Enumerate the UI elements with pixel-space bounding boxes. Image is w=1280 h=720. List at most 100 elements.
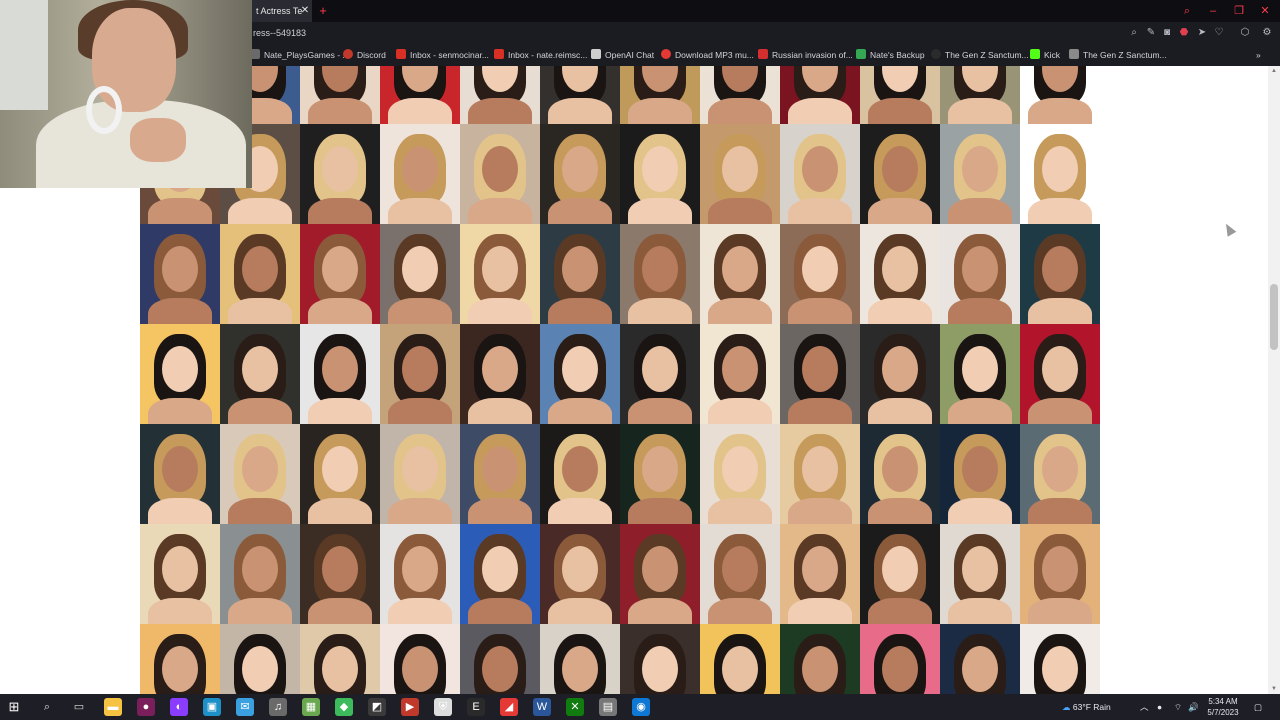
close-window-button[interactable]: ✕ <box>1252 0 1278 22</box>
actress-photo[interactable] <box>620 66 700 124</box>
actress-photo[interactable] <box>460 66 540 124</box>
page-scrollbar[interactable]: ▲ ▼ <box>1268 66 1280 694</box>
edge-icon[interactable]: ◉ <box>632 698 650 716</box>
actress-photo[interactable] <box>300 224 380 324</box>
actress-photo[interactable] <box>860 524 940 624</box>
actress-photo[interactable] <box>620 324 700 424</box>
firefox-icon[interactable]: ◐ <box>170 698 188 716</box>
bookmark-item[interactable]: Kick <box>1030 44 1060 66</box>
actress-photo[interactable] <box>700 124 780 224</box>
actress-photo[interactable] <box>1020 224 1100 324</box>
bookmarks-overflow-icon[interactable]: » <box>1256 44 1261 66</box>
mail-icon[interactable]: ✉ <box>236 698 254 716</box>
bookmark-item[interactable]: OpenAI Chat <box>591 44 654 66</box>
actress-photo[interactable] <box>220 524 300 624</box>
actress-photo[interactable] <box>540 124 620 224</box>
actress-photo[interactable] <box>1020 124 1100 224</box>
settings-icon[interactable]: ⚙ <box>1260 26 1274 40</box>
actress-photo[interactable] <box>540 624 620 694</box>
actress-photo[interactable] <box>940 324 1020 424</box>
headset-icon[interactable]: ♫ <box>269 698 287 716</box>
video-icon[interactable]: ▶ <box>401 698 419 716</box>
actress-photo[interactable] <box>940 124 1020 224</box>
new-tab-button[interactable]: + <box>316 0 330 22</box>
actress-photo[interactable] <box>700 424 780 524</box>
zoom-icon[interactable]: ⌕ <box>1127 26 1141 40</box>
actress-photo[interactable] <box>780 224 860 324</box>
actress-photo[interactable] <box>1020 324 1100 424</box>
android-icon[interactable]: ◢ <box>500 698 518 716</box>
actress-photo[interactable] <box>780 624 860 694</box>
actress-photo[interactable] <box>540 324 620 424</box>
shield-icon[interactable]: ⬣ <box>1177 26 1191 40</box>
heart-icon[interactable]: ♡ <box>1212 26 1226 40</box>
actress-photo[interactable] <box>860 66 940 124</box>
actress-photo[interactable] <box>1020 624 1100 694</box>
store-icon[interactable]: ◩ <box>368 698 386 716</box>
record-icon[interactable]: ● <box>137 698 155 716</box>
bookmark-item[interactable]: Inbox - nate.reimsc... <box>494 44 587 66</box>
actress-photo[interactable] <box>380 224 460 324</box>
actress-photo[interactable] <box>780 66 860 124</box>
actress-photo[interactable] <box>860 324 940 424</box>
actress-photo[interactable] <box>1020 424 1100 524</box>
actress-photo[interactable] <box>780 124 860 224</box>
weather-widget[interactable]: ☁ 63°F Rain <box>1062 694 1111 720</box>
actress-photo[interactable] <box>300 66 380 124</box>
actress-photo[interactable] <box>220 224 300 324</box>
actress-photo[interactable] <box>460 324 540 424</box>
actress-photo[interactable] <box>380 524 460 624</box>
actress-photo[interactable] <box>460 424 540 524</box>
actress-photo[interactable] <box>620 224 700 324</box>
actress-photo[interactable] <box>940 424 1020 524</box>
actress-photo[interactable] <box>700 66 780 124</box>
xbox-icon[interactable]: ✕ <box>566 698 584 716</box>
bookmark-item[interactable]: Nate_PlaysGames - ... <box>250 44 350 66</box>
actress-photo[interactable] <box>140 624 220 694</box>
actress-photo[interactable] <box>940 66 1020 124</box>
actress-photo[interactable] <box>380 424 460 524</box>
actress-photo[interactable] <box>380 324 460 424</box>
actress-photo[interactable] <box>140 524 220 624</box>
microphone-icon[interactable]: ● <box>1157 694 1162 720</box>
actress-photo[interactable] <box>300 124 380 224</box>
actress-photo[interactable] <box>860 624 940 694</box>
actress-photo[interactable] <box>780 424 860 524</box>
actress-photo[interactable] <box>940 624 1020 694</box>
actress-photo[interactable] <box>700 624 780 694</box>
bookmark-item[interactable]: Download MP3 mu... <box>661 44 754 66</box>
actress-photo[interactable] <box>300 324 380 424</box>
actress-photo[interactable] <box>140 224 220 324</box>
send-icon[interactable]: ➤ <box>1195 26 1209 40</box>
actress-photo[interactable] <box>380 124 460 224</box>
actress-photo[interactable] <box>460 624 540 694</box>
task-view-icon[interactable]: ▭ <box>70 698 88 716</box>
epic-icon[interactable]: E <box>467 698 485 716</box>
url-field[interactable]: ress--549183 <box>253 22 306 44</box>
actress-photo[interactable] <box>620 624 700 694</box>
cube-icon[interactable]: ⬡ <box>1238 26 1252 40</box>
network-icon[interactable]: ⌔ <box>1174 694 1182 720</box>
actress-photo[interactable] <box>300 524 380 624</box>
mixer-icon[interactable]: ▤ <box>599 698 617 716</box>
actress-photo[interactable] <box>860 224 940 324</box>
actress-photo[interactable] <box>380 624 460 694</box>
word-icon[interactable]: W <box>533 698 551 716</box>
actress-photo[interactable] <box>540 224 620 324</box>
shield-icon[interactable]: ⛨ <box>434 698 452 716</box>
actress-photo[interactable] <box>700 224 780 324</box>
game-icon[interactable]: ◆ <box>335 698 353 716</box>
volume-icon[interactable]: 🔊 <box>1188 694 1199 720</box>
actress-photo[interactable] <box>540 424 620 524</box>
actress-photo[interactable] <box>380 66 460 124</box>
actress-photo[interactable] <box>700 324 780 424</box>
actress-photo[interactable] <box>780 324 860 424</box>
start-button[interactable]: ⊞ <box>6 699 22 715</box>
bookmark-item[interactable]: Nate's Backup <box>856 44 925 66</box>
actress-photo[interactable] <box>700 524 780 624</box>
bookmark-item[interactable]: The Gen Z Sanctum... <box>931 44 1029 66</box>
chevron-up-icon[interactable]: ︿ <box>1140 694 1149 720</box>
tab-close-icon[interactable]: ✕ <box>298 0 312 22</box>
edit-icon[interactable]: ✎ <box>1144 26 1158 40</box>
actress-photo[interactable] <box>1020 66 1100 124</box>
